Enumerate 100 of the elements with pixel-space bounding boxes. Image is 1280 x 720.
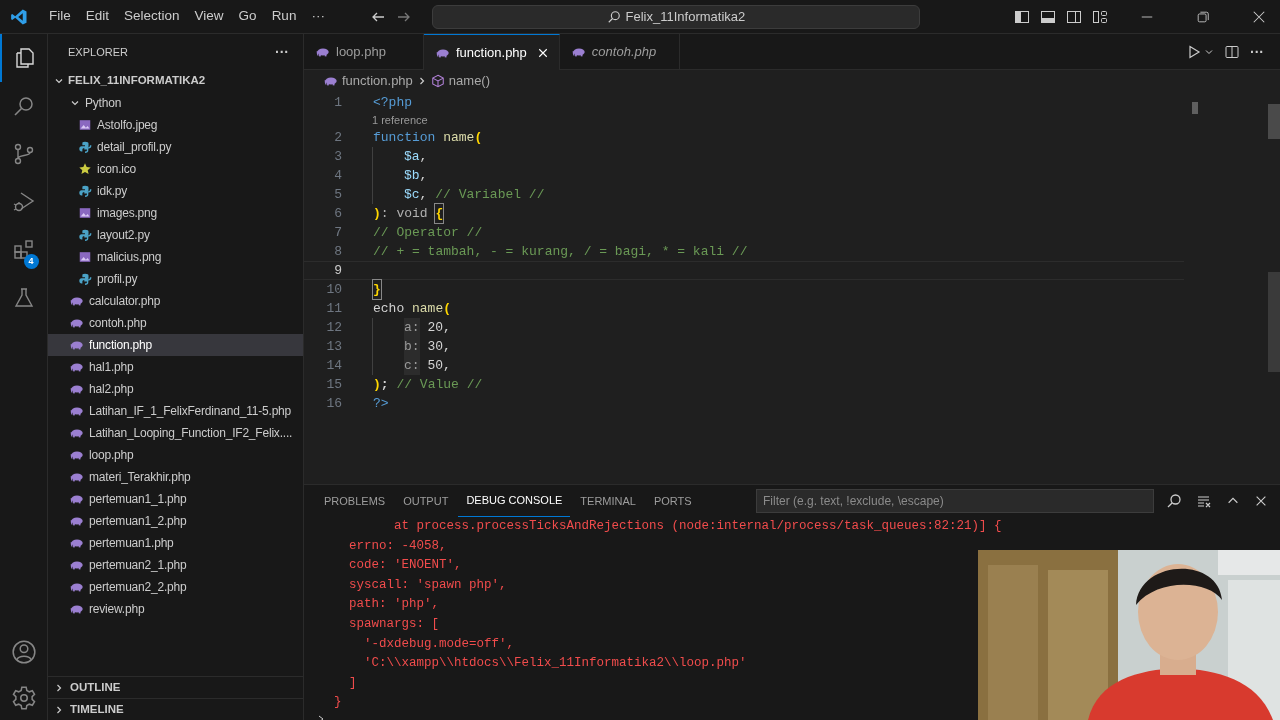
line-number: 14	[325, 356, 343, 375]
code-token: ,	[419, 185, 428, 204]
more-actions-button[interactable]: ···	[275, 41, 289, 63]
run-icon[interactable]	[1186, 43, 1202, 60]
panel-tab[interactable]: TERMINAL	[572, 485, 644, 517]
line-number: 6	[333, 204, 343, 223]
tree-item[interactable]: detail_profil.py	[48, 136, 303, 158]
editor-tab[interactable]: contoh.php	[559, 34, 680, 70]
line-number: 3	[333, 147, 343, 166]
breadcrumb-item[interactable]: name()	[448, 71, 491, 91]
line-number: 4	[333, 166, 343, 185]
split-editor-icon[interactable]	[1224, 43, 1240, 60]
tree-item[interactable]: images.png	[48, 202, 303, 224]
tree-item[interactable]: Latihan_IF_1_FelixFerdinand_11-5.php	[48, 400, 303, 422]
code-token: // Value //	[395, 375, 483, 394]
console-line: at process.processTicksAndRejections (node:internal/process/task_queues:82:21)] {	[393, 518, 1003, 535]
chevron-icon	[54, 704, 64, 715]
tree-item[interactable]: materi_Terakhir.php	[48, 466, 303, 488]
tree-item[interactable]: function.php	[48, 334, 303, 356]
close-icon[interactable]	[1254, 494, 1268, 508]
code-lens[interactable]: 1 reference	[372, 111, 428, 129]
panel-tab[interactable]: OUTPUT	[395, 485, 457, 517]
code-token: 50,	[426, 356, 451, 375]
code-token: // Operator //	[373, 223, 483, 242]
menu-item[interactable]: Selection	[117, 6, 187, 27]
code-token: $c	[404, 185, 420, 204]
python-icon	[78, 184, 92, 198]
extensions-icon[interactable]	[11, 238, 36, 262]
menu-item[interactable]: View	[187, 6, 231, 27]
code-token: name	[412, 299, 444, 318]
tree-item[interactable]: pertemuan1_2.php	[48, 510, 303, 532]
close-icon[interactable]	[1252, 9, 1266, 24]
chevron-icon	[54, 682, 64, 693]
tree-item[interactable]: hal1.php	[48, 356, 303, 378]
clear-console-icon[interactable]	[1196, 493, 1212, 509]
line-number: 10	[325, 280, 343, 299]
editor-tab[interactable]: function.php	[424, 34, 560, 70]
tree-item[interactable]: contoh.php	[48, 312, 303, 334]
tree-item[interactable]: pertemuan1.php	[48, 532, 303, 554]
tree-item[interactable]: calculator.php	[48, 290, 303, 312]
account-icon[interactable]	[10, 639, 37, 665]
line-number: 1	[333, 93, 343, 112]
console-line: '-dxdebug.mode=off',	[363, 635, 516, 653]
tree-item[interactable]: review.php	[48, 598, 303, 620]
panel-tab[interactable]: DEBUG CONSOLE	[458, 485, 571, 517]
tree-item[interactable]: pertemuan2_1.php	[48, 554, 303, 576]
search-icon[interactable]	[1166, 493, 1182, 509]
settings-icon[interactable]	[10, 685, 37, 711]
line-number: 16	[325, 394, 343, 413]
tree-item[interactable]: Latihan_Looping_Function_IF2_Felix....	[48, 422, 303, 444]
tree-item[interactable]: hal2.php	[48, 378, 303, 400]
tree-item[interactable]: malicius.png	[48, 246, 303, 268]
filter-field[interactable]: Filter (e.g. text, !exclude, \escape)	[756, 489, 1154, 513]
menu-item[interactable]: Edit	[78, 6, 117, 27]
restore-icon[interactable]	[1196, 9, 1210, 24]
menu-item[interactable]: Go	[231, 6, 264, 27]
customize-layout-icon[interactable]	[1092, 8, 1108, 25]
python-icon	[78, 272, 92, 286]
code-token: (	[474, 128, 483, 147]
close-icon[interactable]	[536, 46, 549, 59]
menu-item[interactable]: File	[42, 6, 78, 27]
tree-item[interactable]: Astolfo.jpeg	[48, 114, 303, 136]
code-token: // Variabel //	[434, 185, 545, 204]
tree-item[interactable]: idk.py	[48, 180, 303, 202]
console-line: code: 'ENOENT',	[348, 557, 463, 575]
command-center[interactable]: Felix_11Informatika2	[431, 4, 920, 29]
scrollbar[interactable]	[1268, 104, 1280, 139]
section-header[interactable]: TIMELINE	[48, 698, 303, 720]
panel-tab[interactable]: PROBLEMS	[316, 485, 394, 517]
toggle-sidebar-icon[interactable]	[1014, 8, 1030, 25]
line-number: 8	[333, 242, 343, 261]
code-token: }	[373, 279, 381, 300]
tree-item[interactable]: Python	[48, 92, 303, 114]
line-number: 13	[325, 337, 343, 356]
tree-item[interactable]: profil.py	[48, 268, 303, 290]
cube-icon	[430, 74, 445, 88]
tree-item[interactable]: icon.ico	[48, 158, 303, 180]
tree-item[interactable]: layout2.py	[48, 224, 303, 246]
breadcrumb-item[interactable]: function.php	[342, 71, 413, 91]
code-token: 20,	[426, 318, 451, 337]
image-file-icon	[78, 206, 92, 220]
toggle-secondary-sidebar-icon[interactable]	[1066, 8, 1082, 25]
menu-item[interactable]: ···	[304, 6, 332, 27]
chevron-icon	[70, 98, 80, 108]
menu-item[interactable]: Run	[264, 6, 304, 27]
tree-item[interactable]: pertemuan1_1.php	[48, 488, 303, 510]
toggle-panel-icon[interactable]	[1040, 8, 1056, 25]
code-token: ;	[380, 375, 389, 394]
scrollbar[interactable]	[1268, 272, 1280, 372]
code-token: : void	[380, 204, 429, 223]
tree-item[interactable]: loop.php	[48, 444, 303, 466]
search-icon	[606, 9, 621, 24]
tree-item[interactable]: FELIX_11INFORMATIKA2	[48, 70, 303, 92]
tree-item[interactable]: pertemuan2_2.php	[48, 576, 303, 598]
run-debug-icon[interactable]	[11, 190, 36, 214]
panel-tab[interactable]: PORTS	[645, 485, 700, 517]
line-number: 2	[333, 128, 343, 147]
section-header[interactable]: OUTLINE	[48, 676, 303, 698]
code-token: name	[443, 128, 475, 147]
more-actions-button[interactable]: ···	[1250, 44, 1264, 59]
